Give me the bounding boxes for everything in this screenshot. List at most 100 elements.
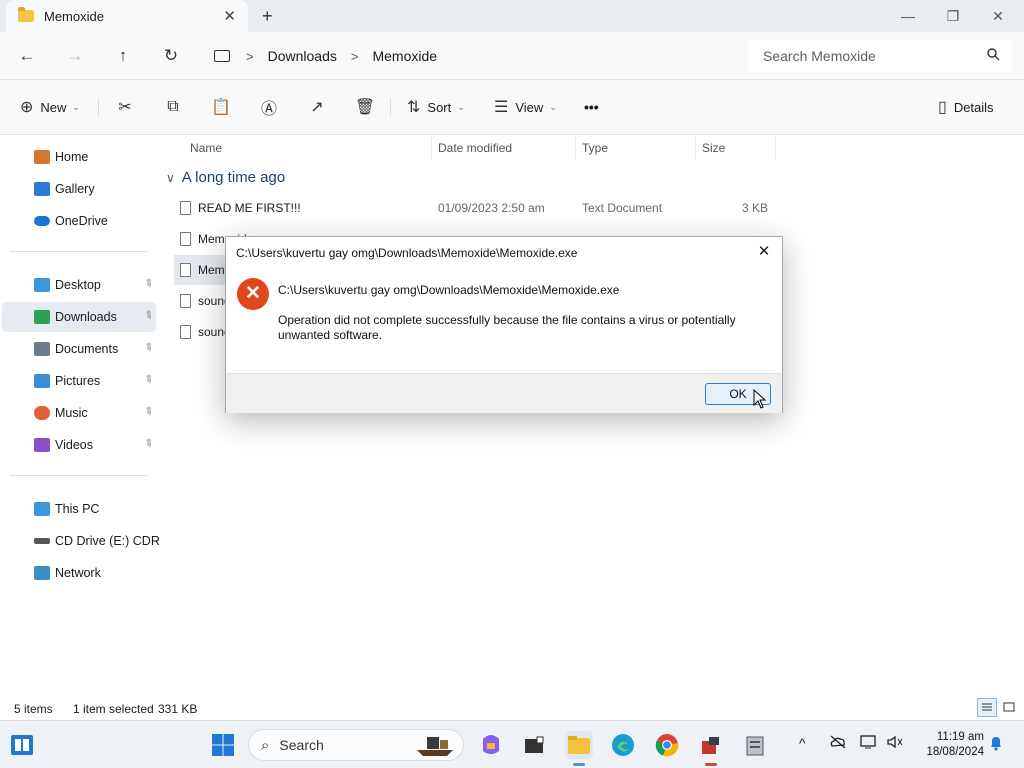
back-button[interactable]: ← (15, 45, 39, 67)
divider (10, 251, 148, 252)
tiles-view-button[interactable] (999, 698, 1019, 717)
sidebar-item-home[interactable]: Home (2, 142, 156, 172)
refresh-button[interactable]: ↻ (159, 45, 183, 67)
file-name: READ ME FIRST!!! (198, 201, 301, 215)
edge-icon[interactable] (609, 731, 637, 759)
home-icon (34, 150, 50, 164)
column-header-type[interactable]: Type (576, 135, 696, 161)
taskbar-search[interactable]: ⌕ Search (248, 729, 464, 761)
details-label: Details (953, 99, 994, 115)
sidebar-item-desktop[interactable]: Desktop ✎ (2, 270, 156, 300)
copilot-icon[interactable] (477, 731, 505, 759)
volume-icon[interactable] (886, 735, 904, 752)
chrome-icon[interactable] (653, 731, 681, 759)
chevron-down-icon: ∨ (166, 170, 175, 185)
app-icon[interactable] (741, 731, 769, 759)
copy-button[interactable]: ⧉ (162, 96, 184, 118)
sidebar-item-this-pc[interactable]: > This PC (2, 494, 156, 524)
breadcrumb-memoxide[interactable]: Memoxide (372, 48, 437, 64)
group-header[interactable]: ∨ A long time ago (166, 169, 285, 186)
sort-icon: ⇅ (407, 99, 421, 116)
paste-button[interactable]: 📋 (210, 96, 232, 118)
address-row: ← → ↑ ↻ > Downloads > Memoxide Search Me… (0, 32, 1024, 80)
sidebar-item-music[interactable]: Music ✎ (2, 398, 156, 428)
onedrive-offline-icon[interactable] (829, 735, 847, 752)
pictures-icon (34, 374, 50, 388)
app-icon[interactable] (697, 731, 725, 766)
share-button[interactable]: ↗ (306, 96, 328, 118)
column-header-name[interactable]: Name (184, 135, 432, 161)
dialog-file-path: C:\Users\kuvertu gay omg\Downloads\Memox… (278, 283, 620, 297)
new-tab-button[interactable]: + (262, 6, 273, 27)
view-button[interactable]: ☰ View ⌄ (494, 96, 557, 118)
rename-button[interactable]: Ⓐ (258, 96, 280, 118)
download-icon (34, 310, 50, 324)
clock-time: 11:19 am (936, 731, 984, 743)
dialog-message: Operation did not complete successfully … (278, 313, 736, 342)
dialog-title: C:\Users\kuvertu gay omg\Downloads\Memox… (236, 246, 578, 260)
details-view-button[interactable] (977, 698, 997, 717)
sidebar-item-label: Desktop (55, 278, 101, 292)
tab-close-icon[interactable]: ✕ (223, 7, 236, 25)
cut-button[interactable]: ✂ (114, 96, 136, 118)
sidebar-item-label: Gallery (55, 182, 95, 196)
column-header-size[interactable]: Size (696, 135, 776, 161)
up-button[interactable]: ↑ (111, 45, 135, 67)
new-button[interactable]: ⊕ New ⌄ (20, 96, 80, 118)
start-button[interactable] (209, 731, 237, 759)
sidebar-item-label: Videos (55, 438, 93, 452)
tray-overflow-chevron-icon[interactable]: ^ (799, 735, 806, 751)
chevron-right-icon[interactable]: > (246, 49, 254, 64)
details-button[interactable]: ▯ Details (938, 96, 994, 118)
view-icon: ☰ (494, 99, 509, 116)
widgets-icon[interactable] (8, 731, 36, 759)
close-window-button[interactable]: ✕ (978, 4, 1018, 28)
notification-bell-icon[interactable] (989, 735, 1003, 754)
sidebar-item-gallery[interactable]: Gallery (2, 174, 156, 204)
active-indicator (705, 763, 717, 766)
rename-icon: Ⓐ (260, 101, 277, 118)
app-icon[interactable] (520, 731, 548, 759)
file-explorer-taskbar-icon[interactable] (565, 731, 593, 766)
pin-icon: ✎ (140, 372, 156, 388)
maximize-button[interactable]: ❐ (933, 4, 973, 28)
more-options-button[interactable]: ••• (584, 96, 599, 118)
sidebar-item-onedrive[interactable]: > OneDrive (2, 206, 156, 236)
search-icon (987, 48, 1000, 64)
sidebar-item-cd-drive[interactable]: > CD Drive (E:) CDRO (2, 526, 170, 556)
sidebar-item-downloads[interactable]: Downloads ✎ (2, 302, 156, 332)
delete-button[interactable]: 🗑 (354, 96, 376, 118)
column-header-date[interactable]: Date modified (432, 135, 576, 161)
display-icon[interactable] (860, 735, 878, 752)
tab-memoxide[interactable]: Memoxide ✕ (6, 0, 248, 32)
video-icon (34, 438, 50, 452)
divider (98, 98, 99, 116)
search-input[interactable]: Search Memoxide (748, 40, 1012, 72)
details-pane-icon: ▯ (938, 99, 947, 116)
table-row[interactable]: READ ME FIRST!!! 01/09/2023 2:50 am Text… (174, 193, 778, 223)
chevron-down-icon: ⌄ (72, 101, 80, 112)
sort-button[interactable]: ⇅ Sort ⌄ (407, 96, 465, 118)
cloud-icon (34, 216, 50, 226)
sidebar-item-documents[interactable]: Documents ✎ (2, 334, 156, 364)
breadcrumb-downloads[interactable]: Downloads (268, 48, 337, 64)
sidebar-item-videos[interactable]: Videos ✎ (2, 430, 156, 460)
sidebar-item-network[interactable]: > Network (2, 558, 156, 588)
dialog-close-button[interactable]: ✕ (754, 241, 774, 263)
breadcrumb[interactable]: > Downloads > Memoxide (204, 40, 736, 72)
forward-button[interactable]: → (63, 45, 87, 67)
file-size: 3 KB (741, 201, 768, 215)
chevron-right-icon[interactable]: > (351, 49, 359, 64)
status-bar: 5 items 1 item selected 331 KB (0, 696, 1024, 720)
search-placeholder: Search Memoxide (763, 48, 876, 64)
clipboard-icon: 📋 (211, 99, 231, 116)
title-bar: Memoxide ✕ + — ❐ ✕ (0, 0, 1024, 32)
minimize-button[interactable]: — (888, 4, 928, 28)
sidebar-item-pictures[interactable]: Pictures ✎ (2, 366, 156, 396)
pin-icon: ✎ (140, 340, 156, 356)
pin-icon: ✎ (140, 436, 156, 452)
clock[interactable]: 11:19 am 18/08/2024 (916, 730, 984, 760)
sidebar-item-label: Pictures (55, 374, 101, 388)
selection-size: 331 KB (158, 702, 198, 716)
pirate-ship-icon (417, 737, 453, 756)
